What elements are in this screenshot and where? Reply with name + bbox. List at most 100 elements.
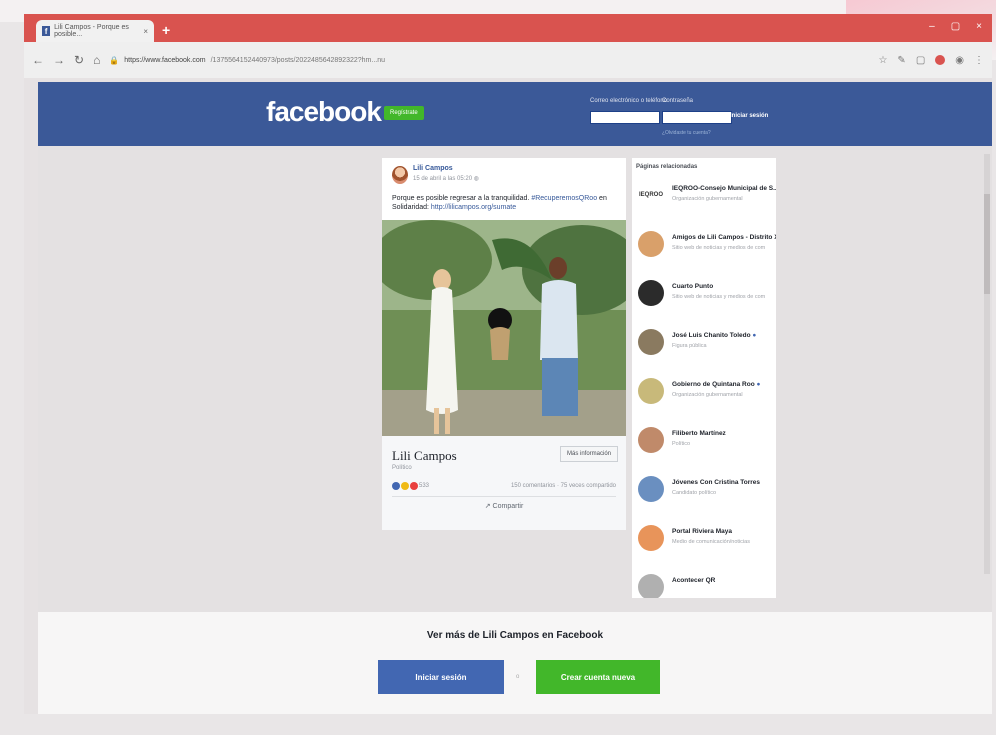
maximize-button[interactable]: ▢ xyxy=(951,21,960,32)
share-button[interactable]: ↗ Compartir xyxy=(382,502,626,510)
related-page-name[interactable]: IEQROO-Consejo Municipal de S... xyxy=(672,185,776,192)
related-page-category: Organización gubernamental xyxy=(672,392,743,398)
reaction-count: 533 xyxy=(419,483,430,489)
divider xyxy=(392,496,616,497)
related-page-avatar[interactable] xyxy=(638,476,664,502)
forward-arrow-icon[interactable]: → xyxy=(53,53,65,67)
profile-icon[interactable]: ◉ xyxy=(955,55,964,66)
related-page-category: Figura pública xyxy=(672,343,707,349)
related-page-name[interactable]: Jóvenes Con Cristina Torres xyxy=(672,479,760,486)
signup-button[interactable]: Regístrate xyxy=(384,106,424,120)
tab-title: Lili Campos - Porque es posible... xyxy=(54,24,129,38)
email-label: Correo electrónico o teléfono xyxy=(590,98,668,104)
related-page-name[interactable]: José Luis Chanito Toledo ● xyxy=(672,332,756,339)
related-pages: Páginas relacionadas IEQROO IEQROO-Consej… xyxy=(632,158,776,598)
related-page-item[interactable]: Amigos de Lili Campos - Distrito X Sitio … xyxy=(632,231,776,279)
page-content: Lili Campos 15 de abril a las 05:20 ◍ Po… xyxy=(38,146,992,714)
tab-strip: f Lili Campos - Porque es posible... × +… xyxy=(24,14,992,42)
create-account-button[interactable]: Crear cuenta nueva xyxy=(536,660,660,694)
related-page-avatar[interactable] xyxy=(638,427,664,453)
post-text: Porque es posible regresar a la tranquil… xyxy=(392,195,607,211)
home-icon[interactable]: ⌂ xyxy=(93,53,100,67)
related-page-name[interactable]: Amigos de Lili Campos - Distrito X xyxy=(672,234,776,241)
related-page-item[interactable]: Cuarto Punto Sitio web de noticias y medi… xyxy=(632,280,776,328)
menu-dots-icon[interactable]: ⋮ xyxy=(974,55,984,66)
related-page-item[interactable]: IEQROO IEQROO-Consejo Municipal de S... Or… xyxy=(632,182,776,230)
password-field[interactable] xyxy=(662,111,732,124)
post-photo[interactable] xyxy=(382,220,626,436)
close-window-button[interactable]: × xyxy=(976,21,982,32)
love-reaction-icon xyxy=(410,482,418,490)
scrollbar-thumb[interactable] xyxy=(984,194,990,294)
post-footer: Lili Campos Político Más información 533… xyxy=(382,436,626,530)
lock-icon: 🔒 xyxy=(109,55,120,65)
page-name[interactable]: Lili Campos xyxy=(392,448,457,464)
extension-pen-icon[interactable]: ✎ xyxy=(897,55,905,66)
related-page-name[interactable]: Gobierno de Quintana Roo ● xyxy=(672,381,760,388)
related-page-category: Medio de comunicación/noticias xyxy=(672,539,750,545)
related-page-item[interactable]: José Luis Chanito Toledo ● Figura pública xyxy=(632,329,776,377)
related-page-item[interactable]: Filiberto Martínez Político xyxy=(632,427,776,475)
verified-badge-icon: ● xyxy=(752,332,757,339)
related-page-avatar[interactable] xyxy=(638,378,664,404)
related-page-name[interactable]: Filiberto Martínez xyxy=(672,430,726,437)
email-field[interactable] xyxy=(590,111,660,124)
haha-reaction-icon xyxy=(401,482,409,490)
bookmark-star-icon[interactable]: ☆ xyxy=(878,55,887,66)
related-page-avatar[interactable] xyxy=(638,231,664,257)
page-category: Político xyxy=(392,465,412,471)
more-info-button[interactable]: Más información xyxy=(560,446,619,462)
related-page-item[interactable]: Acontecer QR xyxy=(632,574,776,598)
login-prompt-bar: Ver más de Lili Campos en Facebook Inici… xyxy=(38,612,992,714)
related-page-avatar[interactable] xyxy=(638,280,664,306)
verified-badge-icon: ● xyxy=(756,381,761,388)
related-page-category: Sitio web de noticias y medios de com xyxy=(672,294,766,300)
header-login-button[interactable]: Iniciar sesión xyxy=(730,113,768,119)
related-page-name[interactable]: Portal Riviera Maya xyxy=(672,528,732,535)
browser-window: f Lili Campos - Porque es posible... × +… xyxy=(24,14,992,714)
post-stats[interactable]: 150 comentarios · 75 veces compartido xyxy=(511,483,616,489)
globe-icon: ◍ xyxy=(473,176,479,182)
post-card: Lili Campos 15 de abril a las 05:20 ◍ Po… xyxy=(382,158,626,530)
back-arrow-icon[interactable]: ← xyxy=(32,53,44,67)
extension-red-icon[interactable] xyxy=(935,55,946,65)
extension-shield-icon[interactable]: ▢ xyxy=(916,55,925,66)
related-page-name[interactable]: Cuarto Punto xyxy=(672,283,713,290)
browser-toolbar: ← → ↻ ⌂ 🔒 https://www.facebook.com/13755… xyxy=(24,42,992,78)
address-bar[interactable]: 🔒 https://www.facebook.com/1375564152440… xyxy=(109,56,385,65)
facebook-logo[interactable]: facebook xyxy=(266,96,382,128)
like-reaction-icon xyxy=(392,482,400,490)
reactions[interactable]: 533 xyxy=(392,482,429,490)
window-controls: – ▢ × xyxy=(929,21,982,32)
post-link[interactable]: http://lilicampos.org/sumate xyxy=(431,204,516,211)
new-tab-button[interactable]: + xyxy=(162,22,170,38)
hashtag-link[interactable]: #RecuperemosQRoo xyxy=(531,195,597,202)
related-page-avatar[interactable] xyxy=(638,329,664,355)
related-page-avatar[interactable]: IEQROO xyxy=(638,182,664,208)
share-icon: ↗ xyxy=(484,503,491,510)
url-path: /1375564152440973/posts/2022485642892322… xyxy=(210,56,385,64)
related-page-item[interactable]: Gobierno de Quintana Roo ● Organización g… xyxy=(632,378,776,426)
reload-icon[interactable]: ↻ xyxy=(74,53,84,67)
related-page-item[interactable]: Portal Riviera Maya Medio de comunicación… xyxy=(632,525,776,573)
related-page-avatar[interactable] xyxy=(638,574,664,598)
author-avatar[interactable] xyxy=(392,166,408,184)
login-prompt-title: Ver más de Lili Campos en Facebook xyxy=(426,630,604,641)
facebook-favicon-icon: f xyxy=(42,26,51,36)
post-date[interactable]: 15 de abril a las 05:20 ◍ xyxy=(413,175,479,182)
related-page-category: Sitio web de noticias y medios de com xyxy=(672,245,766,251)
related-page-avatar[interactable] xyxy=(638,525,664,551)
password-label: Contraseña xyxy=(662,98,694,104)
related-page-category: Organización gubernamental xyxy=(672,196,743,202)
facebook-header: facebook Regístrate Correo electrónico o… xyxy=(38,82,992,146)
browser-tab[interactable]: f Lili Campos - Porque es posible... × xyxy=(36,20,154,42)
minimize-button[interactable]: – xyxy=(929,21,935,32)
related-page-item[interactable]: Jóvenes Con Cristina Torres Candidato pol… xyxy=(632,476,776,524)
post-author[interactable]: Lili Campos xyxy=(413,165,453,172)
related-page-category: Candidato político xyxy=(672,490,717,496)
or-separator: o xyxy=(516,674,520,680)
related-page-name[interactable]: Acontecer QR xyxy=(672,577,715,584)
tab-close-icon[interactable]: × xyxy=(143,27,148,36)
forgot-account-link[interactable]: ¿Olvidaste tu cuenta? xyxy=(662,130,711,136)
login-button[interactable]: Iniciar sesión xyxy=(378,660,504,694)
